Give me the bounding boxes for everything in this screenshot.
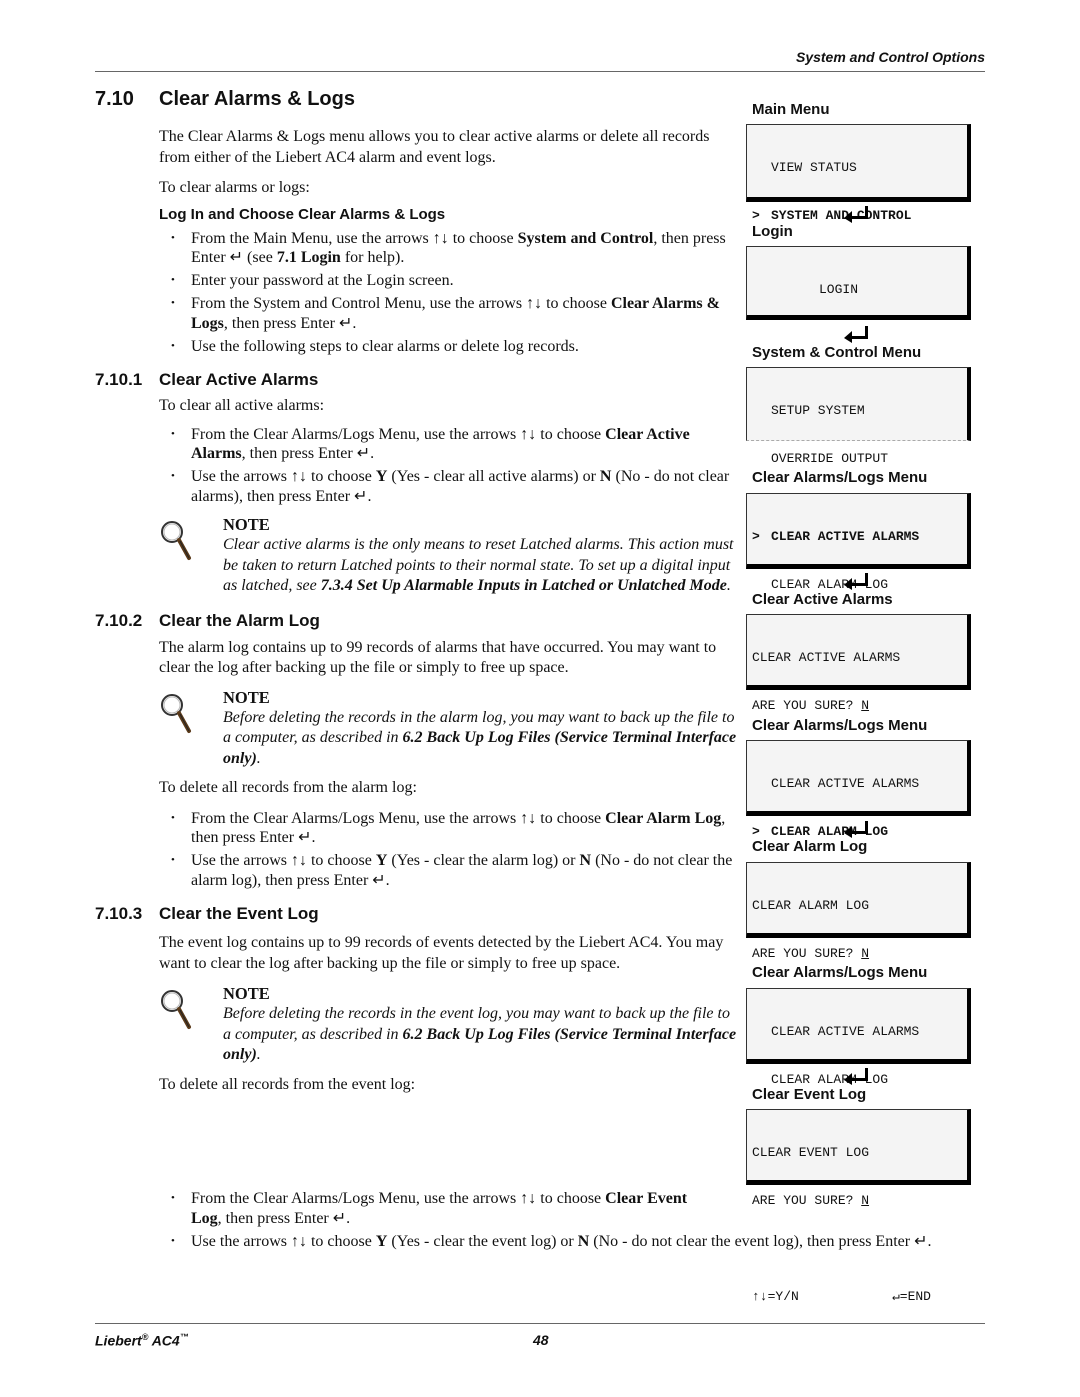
screen-label-login: Login: [752, 223, 793, 240]
note-title: NOTE: [223, 687, 270, 707]
note-body: Before deleting the records in the alarm…: [223, 708, 737, 767]
subsection-heading-clear-active-alarms: 7.10.1 Clear Active Alarms: [95, 370, 319, 389]
list-item: Use the arrows ↑↓ to choose Y (Yes - cle…: [171, 467, 740, 506]
footer-brand: Liebert® AC4™: [95, 1332, 189, 1349]
screen-label-clear-event-log: Clear Event Log: [752, 1086, 867, 1103]
enter-arrow-icon: [844, 821, 868, 838]
lcd-main-menu: VIEW STATUS >SYSTEM AND CONTROL ↑↓=NEXT↵…: [746, 124, 971, 319]
section-number: 7.10: [95, 88, 134, 110]
lcd-clear-event-log: CLEAR EVENT LOG ARE YOU SURE? N ↑↓=Y/N ↵=…: [746, 1109, 971, 1304]
lcd-clear-active: CLEAR ACTIVE ALARMS ARE YOU SURE? N ↑↓=Y…: [746, 614, 971, 809]
note-event-log-backup: NOTE Before deleting the records in the …: [159, 983, 740, 1066]
sub3-lead: To delete all records from the event log…: [159, 1075, 416, 1093]
sub2-intro: The alarm log contains up to 99 records …: [159, 638, 717, 677]
list-item: From the Main Menu, use the arrows ↑↓ to…: [171, 229, 740, 268]
magnifier-icon: [161, 521, 191, 560]
screen-label-clear-alarm-log: Clear Alarm Log: [752, 838, 868, 855]
list-item: Use the following steps to clear alarms …: [171, 337, 740, 357]
list-item: From the Clear Alarms/Logs Menu, use the…: [171, 1189, 711, 1228]
enter-arrow-icon: [844, 1068, 868, 1085]
note-alarm-log-backup: NOTE Before deleting the records in the …: [159, 687, 740, 770]
note-title: NOTE: [223, 984, 270, 1003]
note-body: Clear active alarms is the only means to…: [223, 536, 734, 594]
yn-value: N: [861, 698, 870, 713]
note-latched-alarms: NOTE Clear active alarms is the only mea…: [159, 514, 740, 597]
screen-label-clear-menu: Clear Alarms/Logs Menu: [752, 469, 928, 486]
sub1-steps: From the Clear Alarms/Logs Menu, use the…: [171, 425, 740, 507]
subsection-heading-clear-alarm-log: 7.10.2 Clear the Alarm Log: [95, 610, 320, 630]
list-item: From the Clear Alarms/Logs Menu, use the…: [171, 425, 740, 464]
footer-rule: [95, 1323, 985, 1324]
header-rule: [95, 71, 985, 72]
list-item: Use the arrows ↑↓ to choose Y (Yes - cle…: [171, 851, 740, 890]
lcd-clear-menu-event-log: CLEAR ACTIVE ALARMS CLEAR ALARM LOG >CLE…: [746, 988, 971, 1183]
lcd-clear-menu-active: >CLEAR ACTIVE ALARMS CLEAR ALARM LOG CLE…: [746, 493, 971, 688]
note-title: NOTE: [223, 515, 270, 534]
sub2-steps: From the Clear Alarms/Logs Menu, use the…: [171, 809, 740, 891]
running-head: System and Control Options: [795, 49, 985, 65]
page-number: 48: [533, 1332, 549, 1348]
yn-value: N: [861, 1193, 870, 1208]
login-steps: From the Main Menu, use the arrows ↑↓ to…: [171, 229, 740, 357]
enter-arrow-icon: [844, 326, 868, 343]
screen-label-main-menu: Main Menu: [752, 101, 830, 118]
sub3-intro: The event log contains up to 99 records …: [159, 934, 724, 972]
magnifier-icon: [161, 990, 191, 1029]
lcd-clear-menu-alarm-log: CLEAR ACTIVE ALARMS >CLEAR ALARM LOG CLE…: [746, 740, 971, 935]
sub1-lead: To clear all active alarms:: [159, 397, 325, 414]
lcd-login: LOGIN AAAA ↑↓=SELECT ↵=NEXT/END: [746, 246, 971, 441]
note-body: Before deleting the records in the event…: [223, 1005, 737, 1063]
section-heading: 7.10 Clear Alarms & Logs: [95, 88, 740, 111]
screen-label-clear-menu: Clear Alarms/Logs Menu: [752, 964, 928, 981]
screen-label-system-control: System & Control Menu: [752, 344, 922, 361]
list-item: Enter your password at the Login screen.: [171, 271, 740, 291]
note-reference[interactable]: 7.3.4 Set Up Alarmable Inputs in Latched…: [321, 577, 727, 594]
sub2-lead: To delete all records from the alarm log…: [159, 779, 417, 796]
section-intro: The Clear Alarms & Logs menu allows you …: [159, 128, 710, 166]
list-item: From the System and Control Menu, use th…: [171, 294, 740, 333]
subsection-heading-clear-event-log: 7.10.3 Clear the Event Log: [95, 904, 319, 923]
login-heading: Log In and Choose Clear Alarms & Logs: [159, 205, 446, 223]
enter-arrow-icon: [844, 573, 868, 590]
yn-value: N: [861, 946, 870, 961]
lcd-clear-alarm-log: CLEAR ALARM LOG ARE YOU SURE? N ↑↓=Y/N↵=…: [746, 862, 971, 1057]
enter-arrow-icon: [844, 206, 868, 223]
section-title: Clear Alarms & Logs: [159, 88, 355, 110]
screen-label-clear-menu: Clear Alarms/Logs Menu: [752, 717, 928, 734]
section-lead: To clear alarms or logs:: [159, 179, 310, 196]
screen-label-clear-active: Clear Active Alarms: [752, 591, 893, 608]
list-item: From the Clear Alarms/Logs Menu, use the…: [171, 809, 740, 848]
lcd-system-control: SETUP SYSTEM OVERRIDE OUTPUT >CLEAR ALAR…: [746, 367, 971, 562]
magnifier-icon: [161, 693, 191, 733]
